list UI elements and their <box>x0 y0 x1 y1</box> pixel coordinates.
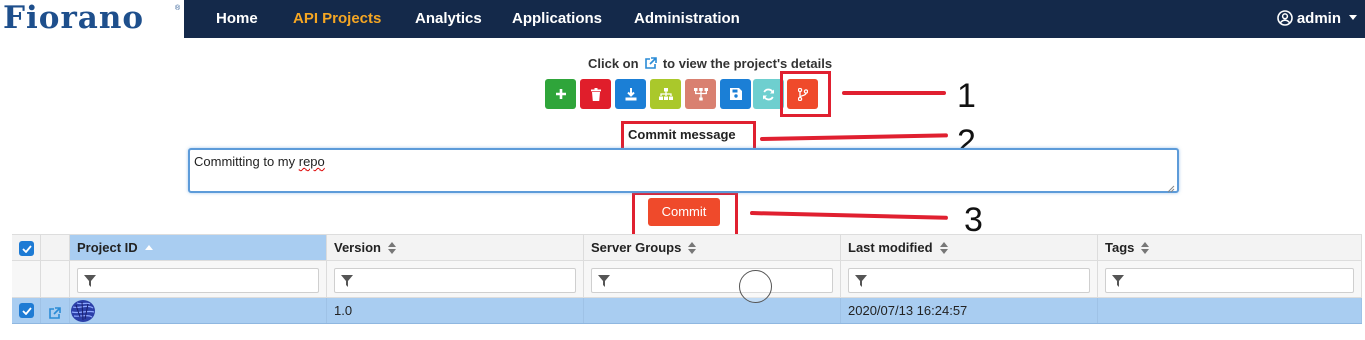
external-link-icon <box>644 57 658 73</box>
filter-cell-tags <box>1098 261 1362 297</box>
save-button[interactable] <box>720 79 751 109</box>
deploy-tree-icon <box>693 87 708 101</box>
nav-home[interactable]: Home <box>216 0 258 38</box>
trash-icon <box>590 87 602 101</box>
row-action-cell <box>41 298 70 323</box>
column-label: Version <box>334 240 381 255</box>
filter-spacer <box>41 261 70 297</box>
hierarchy-button[interactable] <box>650 79 681 109</box>
save-icon <box>729 88 742 100</box>
sort-both-icon <box>1140 237 1150 263</box>
cell-server-groups <box>584 298 841 323</box>
filter-cell-version <box>327 261 584 297</box>
resize-grip-icon[interactable] <box>1167 181 1175 193</box>
logo-text: Fiorano <box>3 0 145 36</box>
grid-header-row: Project ID Version Server Groups Last mo… <box>12 234 1362 261</box>
external-link-icon[interactable] <box>48 303 61 328</box>
annotation-line-3 <box>749 211 948 220</box>
column-header-version[interactable]: Version <box>327 235 584 260</box>
row-select-cell <box>12 298 41 323</box>
highlight-box-branch-button <box>780 71 831 117</box>
nav-administration[interactable]: Administration <box>634 0 740 38</box>
sort-both-icon <box>687 237 697 263</box>
column-header-tags[interactable]: Tags <box>1098 235 1362 260</box>
annotation-line-2 <box>759 133 949 141</box>
column-header-server-groups[interactable]: Server Groups <box>584 235 841 260</box>
chevron-down-icon <box>1349 15 1357 20</box>
annotation-number-1: 1 <box>957 77 976 115</box>
user-name: admin <box>1296 10 1341 27</box>
delete-project-button[interactable] <box>580 79 611 109</box>
add-project-button[interactable] <box>545 79 576 109</box>
filter-cell-last-modified <box>841 261 1098 297</box>
hint-suffix: to view the project's details <box>662 56 833 71</box>
nav-api-projects[interactable]: API Projects <box>293 0 381 38</box>
loading-spinner-icon <box>739 270 772 303</box>
trademark-symbol: ® <box>175 5 181 12</box>
refresh-icon <box>762 88 775 101</box>
sort-both-icon <box>387 237 397 263</box>
redacted-project-id <box>70 299 96 331</box>
user-circle-icon <box>1277 10 1297 27</box>
commit-button[interactable]: Commit <box>648 198 720 226</box>
download-button[interactable] <box>615 79 646 109</box>
filter-icon <box>1112 275 1124 287</box>
filter-input-project-id[interactable] <box>77 268 319 293</box>
table-row[interactable]: 1.0 2020/07/13 16:24:57 <box>12 298 1362 324</box>
commit-message-label: Commit message <box>628 127 736 142</box>
column-label: Project ID <box>77 240 138 255</box>
column-label: Last modified <box>848 240 933 255</box>
row-checkbox[interactable] <box>19 303 34 318</box>
filter-icon <box>341 275 353 287</box>
deploy-button[interactable] <box>685 79 716 109</box>
filter-cell-project-id <box>70 261 327 297</box>
plus-icon <box>555 88 567 100</box>
filter-cell-server-groups <box>584 261 841 297</box>
cell-tags <box>1098 298 1362 323</box>
grid-filter-row <box>12 261 1362 298</box>
sort-asc-icon <box>144 237 154 263</box>
sort-both-icon <box>939 237 949 263</box>
user-menu[interactable]: admin <box>1277 0 1357 38</box>
annotation-line-1 <box>842 91 946 95</box>
cell-version: 1.0 <box>327 298 584 323</box>
filter-spacer <box>12 261 41 297</box>
column-label: Tags <box>1105 240 1135 255</box>
cell-project-id <box>70 298 327 323</box>
commit-message-misspelled-word: repo <box>298 154 325 169</box>
sitemap-icon <box>658 87 673 101</box>
filter-icon <box>84 275 96 287</box>
filter-input-tags[interactable] <box>1105 268 1354 293</box>
filter-icon <box>598 275 610 287</box>
column-header-project-id[interactable]: Project ID <box>70 235 327 260</box>
filter-icon <box>855 275 867 287</box>
commit-message-text: Committing to my <box>194 154 299 169</box>
hint-prefix: Click on <box>588 56 639 71</box>
cell-last-modified: 2020/07/13 16:24:57 <box>841 298 1098 323</box>
action-column-header <box>41 235 70 260</box>
logo[interactable]: Fiorano ® <box>0 0 184 38</box>
column-header-last-modified[interactable]: Last modified <box>841 235 1098 260</box>
filter-input-version[interactable] <box>334 268 576 293</box>
select-all-checkbox[interactable] <box>19 241 34 256</box>
nav-applications[interactable]: Applications <box>512 0 602 38</box>
filter-input-last-modified[interactable] <box>848 268 1090 293</box>
commit-message-input[interactable]: Committing to my repo <box>188 148 1179 193</box>
top-navbar: Fiorano ® Home API Projects Analytics Ap… <box>0 0 1365 38</box>
nav-analytics[interactable]: Analytics <box>415 0 482 38</box>
filter-input-server-groups[interactable] <box>591 268 833 293</box>
download-icon <box>625 87 637 101</box>
select-all-cell <box>12 235 41 260</box>
column-label: Server Groups <box>591 240 682 255</box>
